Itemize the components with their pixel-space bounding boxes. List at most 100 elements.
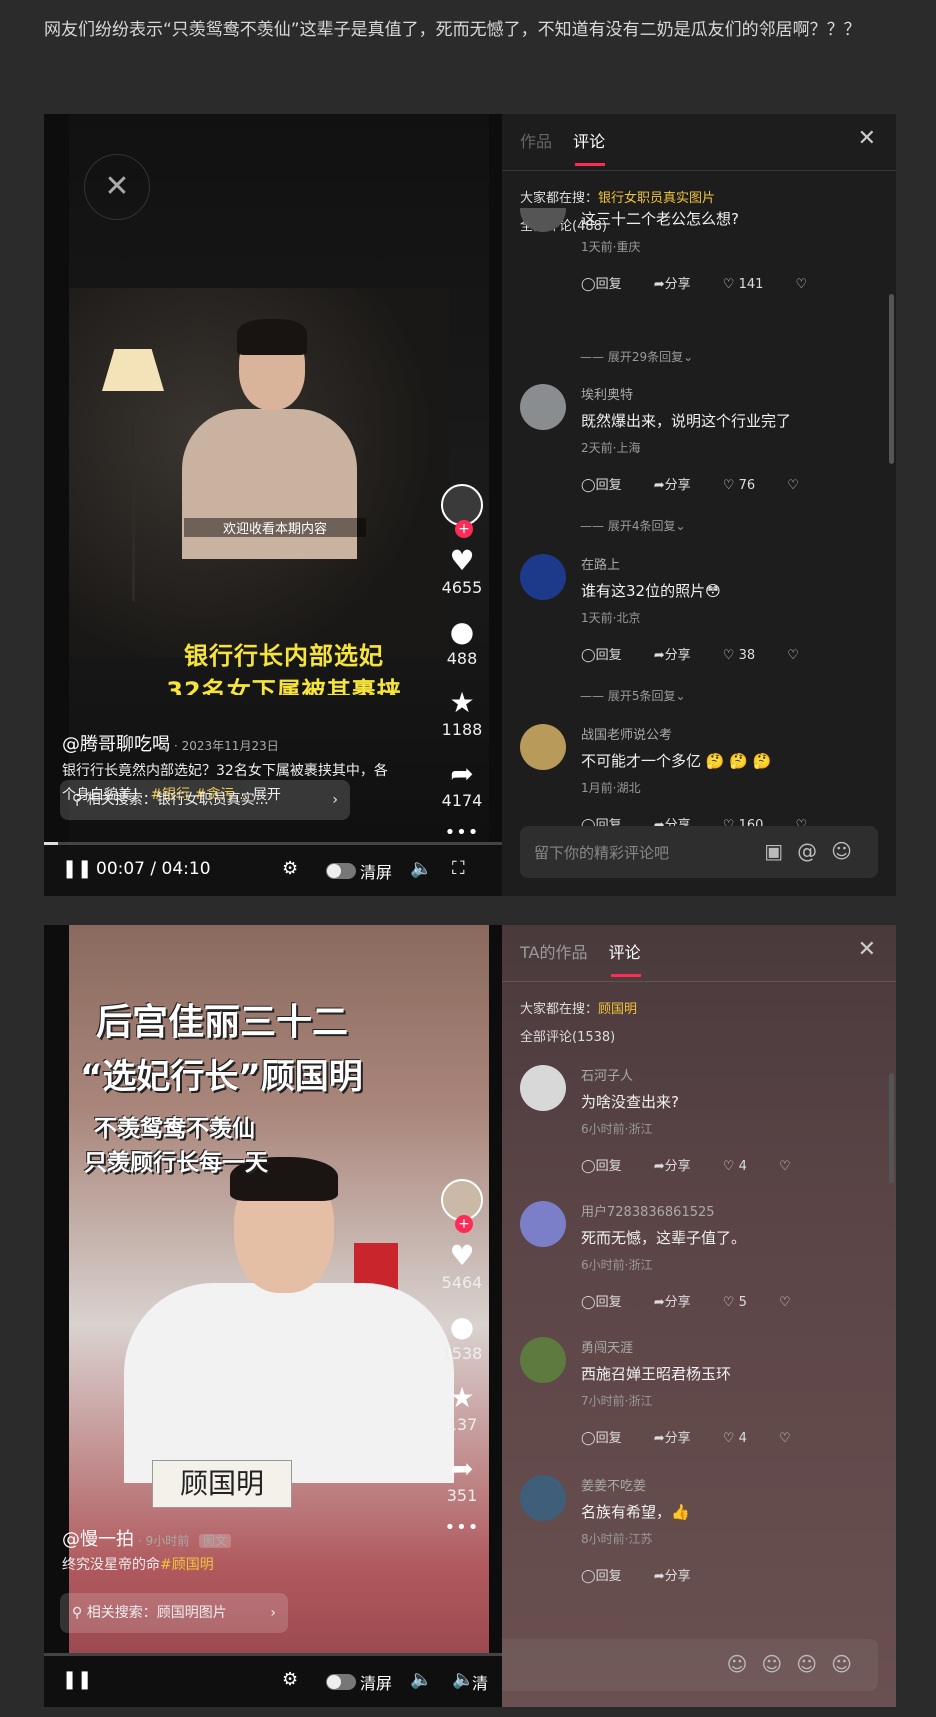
reply-button[interactable]: ◯回复 xyxy=(581,1159,636,1174)
dislike-icon[interactable]: ♡ xyxy=(787,478,799,493)
comment-author[interactable]: 埃利奥特 xyxy=(581,384,633,403)
more-icon[interactable]: ••• xyxy=(438,822,486,843)
chevron-right-icon: › xyxy=(332,792,338,808)
dislike-icon[interactable]: ♡ xyxy=(779,1431,791,1446)
search-hint-keyword[interactable]: 银行女职员真实图片 xyxy=(598,191,715,206)
comment-author[interactable]: 在路上 xyxy=(581,554,620,573)
image-icon[interactable]: ▣ xyxy=(764,839,797,863)
comment-author[interactable]: 石河子人 xyxy=(581,1065,633,1084)
heart-icon[interactable]: ♥ xyxy=(438,544,486,578)
video-player[interactable]: 顾国明 后宫佳丽三十二 “选妃行长”顾国明 不羡鸳鸯不羡仙 只羡顾行长每一天 +… xyxy=(44,925,502,1707)
dislike-icon[interactable]: ♡ xyxy=(779,1159,791,1174)
search-hint[interactable]: 大家都在搜：顾国明 xyxy=(520,998,637,1017)
comment-input[interactable]: 望。 ☺☺☺☺ xyxy=(502,1639,878,1691)
pause-icon[interactable]: ❚❚ xyxy=(62,858,92,879)
at-icon[interactable]: @ xyxy=(797,839,831,863)
comment-author[interactable]: 姜姜不吃姜 xyxy=(581,1475,646,1494)
like-button[interactable]: ♡ 38 xyxy=(723,648,769,663)
close-icon[interactable]: ✕ xyxy=(858,126,876,151)
reply-button[interactable]: ◯回复 xyxy=(581,1431,636,1446)
tab-comments[interactable]: 评论 xyxy=(609,939,641,977)
avatar[interactable] xyxy=(520,1065,566,1111)
comment-author[interactable]: 勇闯天涯 xyxy=(581,1337,633,1356)
expand-replies[interactable]: —— 展开5条回复⌄ xyxy=(580,687,686,704)
expand-replies[interactable]: —— 展开4条回复⌄ xyxy=(580,517,686,534)
follow-plus-icon[interactable]: + xyxy=(455,520,473,538)
comment-input[interactable]: 留下你的精彩评论吧 ▣@☺ xyxy=(520,826,878,878)
author-name[interactable]: @腾哥聊吃喝 xyxy=(62,734,170,755)
dislike-icon[interactable]: ♡ xyxy=(779,1295,791,1310)
share-icon[interactable]: ➦ xyxy=(438,1452,486,1486)
like-button[interactable]: ♡ 4 xyxy=(723,1431,761,1446)
related-search[interactable]: ⚲ 相关搜索：银行女职员真实… › xyxy=(60,780,350,820)
avatar[interactable] xyxy=(520,1337,566,1383)
tab-comments[interactable]: 评论 xyxy=(573,128,606,166)
like-button[interactable]: ♡ 5 xyxy=(723,1295,761,1310)
comment-icon[interactable]: ● xyxy=(438,1310,486,1344)
volume-icon[interactable]: 🔈 xyxy=(410,858,432,879)
reply-button[interactable]: ◯回复 xyxy=(581,1295,636,1310)
reply-button[interactable]: ◯回复 xyxy=(581,277,636,292)
share-button[interactable]: ➦分享 xyxy=(654,478,705,493)
emoji-icon[interactable]: ☺ xyxy=(831,1652,866,1676)
reply-button[interactable]: ◯回复 xyxy=(581,648,636,663)
video-player[interactable]: 欢迎收看本期内容 银行行长内部选妃 32名女下属被其裹挟 ✕ + ♥ 4655 … xyxy=(44,114,502,896)
follow-plus-icon[interactable]: + xyxy=(455,1215,473,1233)
avatar[interactable] xyxy=(520,1475,566,1521)
search-hint[interactable]: 大家都在搜：银行女职员真实图片 xyxy=(520,187,715,206)
like-button[interactable]: ♡ 4 xyxy=(723,1159,761,1174)
settings-icon[interactable]: ⚙ xyxy=(282,858,298,879)
avatar[interactable] xyxy=(520,554,566,600)
scrollbar[interactable] xyxy=(889,1073,894,1183)
author-name[interactable]: @慢一拍 xyxy=(62,1529,134,1550)
share-icon[interactable]: ➦ xyxy=(438,757,486,791)
emoji-icon[interactable]: ☺ xyxy=(727,1652,762,1676)
reply-button[interactable]: ◯回复 xyxy=(581,478,636,493)
clear-screen-toggle[interactable] xyxy=(326,863,356,879)
description-tags[interactable]: #顾国明 xyxy=(160,1557,214,1573)
author-avatar[interactable]: + xyxy=(441,1179,483,1233)
heart-icon[interactable]: ♥ xyxy=(438,1239,486,1273)
emoji-icon[interactable]: ☺ xyxy=(761,1652,796,1676)
pause-icon[interactable]: ❚❚ xyxy=(62,1669,92,1690)
search-hint-keyword[interactable]: 顾国明 xyxy=(598,1002,637,1017)
tab-works[interactable]: TA的作品 xyxy=(520,939,587,977)
avatar[interactable] xyxy=(520,384,566,430)
author-avatar[interactable]: + xyxy=(441,484,483,538)
author-line[interactable]: @慢一拍 · 9小时前 图文 xyxy=(62,1525,232,1551)
author-line[interactable]: @腾哥聊吃喝 · 2023年11月23日 xyxy=(62,730,279,756)
share-button[interactable]: ➦分享 xyxy=(654,648,705,663)
progress-bar[interactable] xyxy=(44,842,502,845)
share-button[interactable]: ➦分享 xyxy=(654,1431,705,1446)
dislike-icon[interactable]: ♡ xyxy=(787,648,799,663)
share-button[interactable]: ➦分享 xyxy=(654,1295,705,1310)
comment-author[interactable]: 用户7283836861525 xyxy=(581,1201,715,1220)
more-icon[interactable]: ••• xyxy=(438,1517,486,1538)
dislike-icon[interactable]: ♡ xyxy=(796,277,808,292)
fullscreen-icon[interactable]: ⛶ xyxy=(452,858,465,879)
comment-icon[interactable]: ● xyxy=(438,615,486,649)
star-icon[interactable]: ★ xyxy=(438,1381,486,1415)
star-icon[interactable]: ★ xyxy=(438,686,486,720)
share-button[interactable]: ➦分享 xyxy=(654,1159,705,1174)
share-button[interactable]: ➦分享 xyxy=(654,277,705,292)
avatar[interactable] xyxy=(520,724,566,770)
volume-icon[interactable]: 🔈 xyxy=(410,1669,432,1690)
comment-author[interactable]: 战国老师说公考 xyxy=(581,724,672,743)
close-icon[interactable]: ✕ xyxy=(84,154,150,220)
like-button[interactable]: ♡ 141 xyxy=(723,277,778,292)
like-button[interactable]: ♡ 76 xyxy=(723,478,769,493)
reply-button[interactable]: ◯回复 xyxy=(581,1569,636,1584)
progress-bar[interactable] xyxy=(44,1653,502,1656)
related-search[interactable]: ⚲ 相关搜索：顾国明图片 › xyxy=(60,1593,288,1633)
avatar[interactable] xyxy=(520,1201,566,1247)
expand-replies[interactable]: —— 展开29条回复⌄ xyxy=(580,348,693,365)
share-button[interactable]: ➦分享 xyxy=(654,1569,705,1584)
emoji-icon[interactable]: ☺ xyxy=(831,839,866,863)
emoji-icon[interactable]: ☺ xyxy=(796,1652,831,1676)
close-icon[interactable]: ✕ xyxy=(858,937,876,962)
clear-screen-toggle[interactable] xyxy=(326,1674,356,1690)
scrollbar[interactable] xyxy=(889,294,894,464)
settings-icon[interactable]: ⚙ xyxy=(282,1669,298,1690)
tab-works[interactable]: 作品 xyxy=(520,128,552,166)
